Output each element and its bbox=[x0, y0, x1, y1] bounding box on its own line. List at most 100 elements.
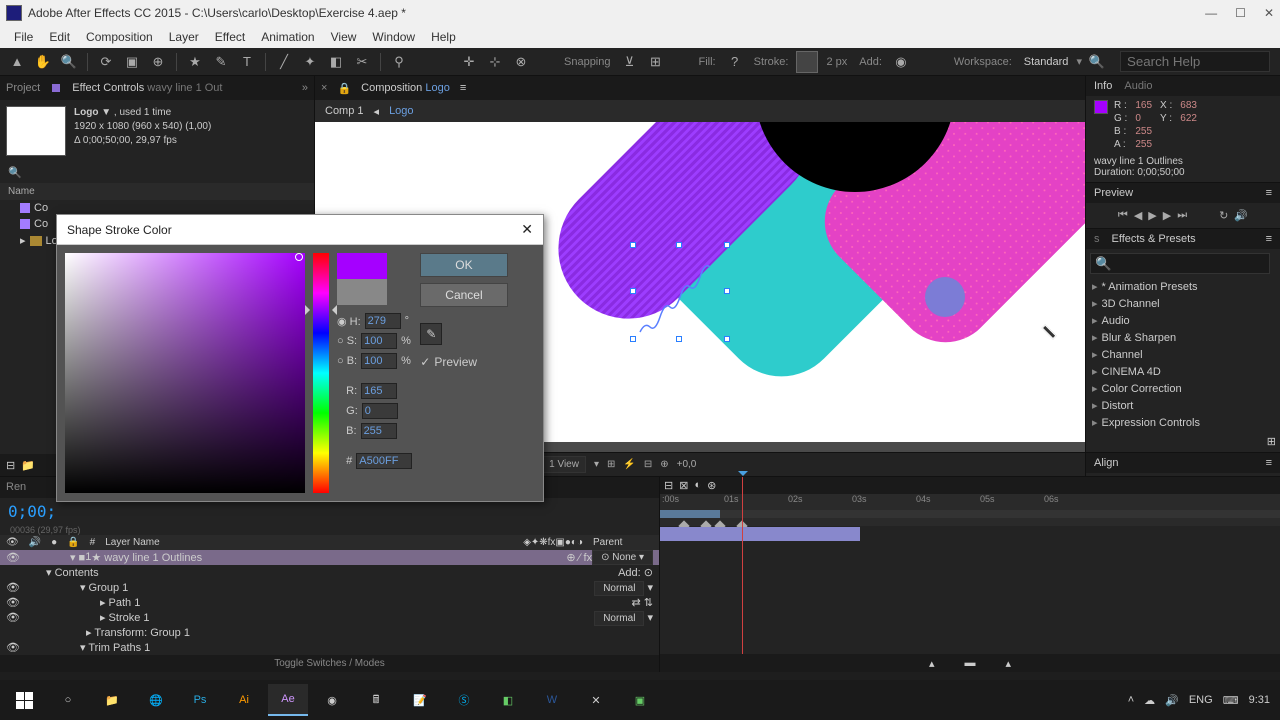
lock-icon[interactable]: 🔒 bbox=[337, 82, 351, 95]
illustrator-icon[interactable]: Ai bbox=[224, 684, 264, 716]
panel-menu-icon[interactable]: ≡ bbox=[1266, 457, 1272, 469]
eyedropper-icon[interactable]: ✎ bbox=[420, 323, 442, 345]
ep-category[interactable]: ▸Blur & Sharpen bbox=[1086, 329, 1280, 346]
breadcrumb-logo[interactable]: Logo bbox=[389, 105, 413, 117]
playhead[interactable] bbox=[742, 477, 743, 657]
snap-icon[interactable]: ⊻ bbox=[619, 51, 641, 73]
zoom-slider[interactable]: ▬ bbox=[965, 657, 976, 669]
camera-tool-icon[interactable]: ▣ bbox=[121, 51, 143, 73]
pen-tool-icon[interactable]: ✎ bbox=[210, 51, 232, 73]
s-input[interactable] bbox=[361, 333, 397, 349]
cortana-icon[interactable]: ○ bbox=[48, 684, 88, 716]
timeline-icon[interactable]: ⊟ bbox=[644, 459, 652, 470]
comp-thumbnail[interactable] bbox=[6, 106, 66, 156]
motion-blur-icon[interactable]: ◐ bbox=[694, 479, 701, 492]
fill-swatch[interactable]: ? bbox=[724, 51, 746, 73]
snap2-icon[interactable]: ⊞ bbox=[645, 51, 667, 73]
layer-group[interactable]: 👁▾ Group 1Normal ▾ bbox=[0, 580, 659, 595]
cancel-button[interactable]: Cancel bbox=[420, 283, 507, 307]
ep-category[interactable]: ▸3D Channel bbox=[1086, 295, 1280, 312]
ep-category[interactable]: ▸Distort bbox=[1086, 397, 1280, 414]
current-timecode[interactable]: 0;00; bbox=[0, 498, 64, 525]
mute-icon[interactable]: 🔊 bbox=[1234, 209, 1248, 222]
menu-composition[interactable]: Composition bbox=[78, 28, 161, 46]
after-effects-icon[interactable]: Ae bbox=[268, 684, 308, 716]
color-field[interactable] bbox=[65, 253, 305, 493]
g-input[interactable] bbox=[362, 403, 398, 419]
next-frame-icon[interactable]: ▶ bbox=[1163, 209, 1171, 222]
zoom-out-icon[interactable]: ▴ bbox=[929, 657, 935, 670]
fast-preview-icon[interactable]: ⚡ bbox=[623, 459, 635, 470]
flowchart-icon[interactable]: ⊕ bbox=[660, 459, 668, 470]
effects-search-input[interactable] bbox=[1090, 253, 1270, 274]
new-bin-icon[interactable]: ⊞ bbox=[1267, 436, 1276, 448]
file-explorer-icon[interactable]: 📁 bbox=[92, 684, 132, 716]
snap-icon[interactable]: ⊠ bbox=[679, 479, 688, 492]
layer-path[interactable]: 👁▸ Path 1⇄ ⇅ bbox=[0, 595, 659, 610]
clock[interactable]: 9:31 bbox=[1249, 694, 1270, 706]
last-frame-icon[interactable]: ⏭ bbox=[1177, 209, 1187, 222]
selection-tool-icon[interactable]: ▲ bbox=[6, 51, 28, 73]
ok-button[interactable]: OK bbox=[420, 253, 507, 277]
tab-effect-controls[interactable]: Effect Controls wavy line 1 Out bbox=[72, 82, 222, 94]
brain-icon[interactable]: ⊛ bbox=[707, 479, 716, 492]
zoom-in-icon[interactable]: ▴ bbox=[1006, 657, 1012, 670]
app-icon[interactable]: ✕ bbox=[576, 684, 616, 716]
stroke-width[interactable]: 2 px bbox=[822, 56, 851, 68]
panel-menu-icon[interactable]: » bbox=[302, 82, 308, 94]
loop-icon[interactable]: ↻ bbox=[1219, 209, 1228, 222]
app-icon[interactable]: ◉ bbox=[312, 684, 352, 716]
ep-category[interactable]: ▸Channel bbox=[1086, 346, 1280, 363]
close-tab-icon[interactable]: × bbox=[321, 82, 327, 94]
menu-layer[interactable]: Layer bbox=[161, 28, 207, 46]
layer-contents[interactable]: ▾ ContentsAdd: ⊙ bbox=[0, 565, 659, 580]
roto-tool-icon[interactable]: ✂ bbox=[351, 51, 373, 73]
first-frame-icon[interactable]: ⏮ bbox=[1118, 209, 1128, 222]
graph-editor-icon[interactable]: ⊟ bbox=[664, 479, 673, 492]
r-input[interactable] bbox=[361, 383, 397, 399]
stroke-swatch[interactable] bbox=[796, 51, 818, 73]
comp-tab[interactable]: Composition Logo bbox=[361, 82, 450, 94]
brush-tool-icon[interactable]: ╱ bbox=[273, 51, 295, 73]
time-ruler[interactable]: :00s 01s 02s 03s 04s 05s 06s bbox=[660, 494, 1280, 510]
old-color-swatch[interactable] bbox=[337, 279, 387, 305]
word-icon[interactable]: W bbox=[532, 684, 572, 716]
prev-frame-icon[interactable]: ◀ bbox=[1134, 209, 1142, 222]
panel-menu-icon[interactable]: ≡ bbox=[1266, 233, 1272, 245]
axis3-icon[interactable]: ⊗ bbox=[510, 51, 532, 73]
b-rgb-input[interactable] bbox=[361, 423, 397, 439]
onedrive-icon[interactable]: ☁ bbox=[1144, 694, 1155, 707]
menu-animation[interactable]: Animation bbox=[253, 28, 322, 46]
keyboard-icon[interactable]: ⌨ bbox=[1223, 694, 1239, 707]
menu-file[interactable]: File bbox=[6, 28, 41, 46]
menu-help[interactable]: Help bbox=[423, 28, 464, 46]
hex-input[interactable] bbox=[356, 453, 412, 469]
layer-track[interactable] bbox=[660, 526, 1280, 542]
skype-icon[interactable]: Ⓢ bbox=[444, 684, 484, 716]
ep-category[interactable]: ▸Color Correction bbox=[1086, 380, 1280, 397]
panel-menu-icon[interactable]: ≡ bbox=[460, 82, 466, 94]
views-dropdown[interactable]: 1 View bbox=[542, 456, 586, 473]
language-indicator[interactable]: ENG bbox=[1189, 694, 1213, 706]
ep-category[interactable]: ▸* Animation Presets bbox=[1086, 278, 1280, 295]
tab-project[interactable]: Project bbox=[6, 82, 40, 94]
photoshop-icon[interactable]: Ps bbox=[180, 684, 220, 716]
tab-align[interactable]: Align bbox=[1094, 457, 1118, 469]
chrome-icon[interactable]: 🌐 bbox=[136, 684, 176, 716]
workspace-dropdown[interactable]: Standard bbox=[1020, 56, 1073, 68]
close-button[interactable]: ✕ bbox=[1264, 6, 1274, 20]
preview-checkbox[interactable]: ✓ bbox=[420, 355, 430, 369]
notepad-icon[interactable]: 📝 bbox=[400, 684, 440, 716]
tray-chevron-icon[interactable]: ˄ bbox=[1128, 694, 1134, 706]
ep-category[interactable]: ▸Expression Controls bbox=[1086, 414, 1280, 431]
zoom-tool-icon[interactable]: 🔍 bbox=[58, 51, 80, 73]
menu-edit[interactable]: Edit bbox=[41, 28, 78, 46]
minimize-button[interactable]: — bbox=[1205, 6, 1217, 20]
axis2-icon[interactable]: ⊹ bbox=[484, 51, 506, 73]
name-column-header[interactable]: Name bbox=[0, 183, 314, 200]
pan-behind-tool-icon[interactable]: ⊕ bbox=[147, 51, 169, 73]
search-icon[interactable]: 🔍 bbox=[8, 167, 22, 179]
work-area-bar[interactable] bbox=[660, 510, 720, 518]
hand-tool-icon[interactable]: ✋ bbox=[32, 51, 54, 73]
pixel-aspect-icon[interactable]: ⊞ bbox=[607, 459, 615, 470]
